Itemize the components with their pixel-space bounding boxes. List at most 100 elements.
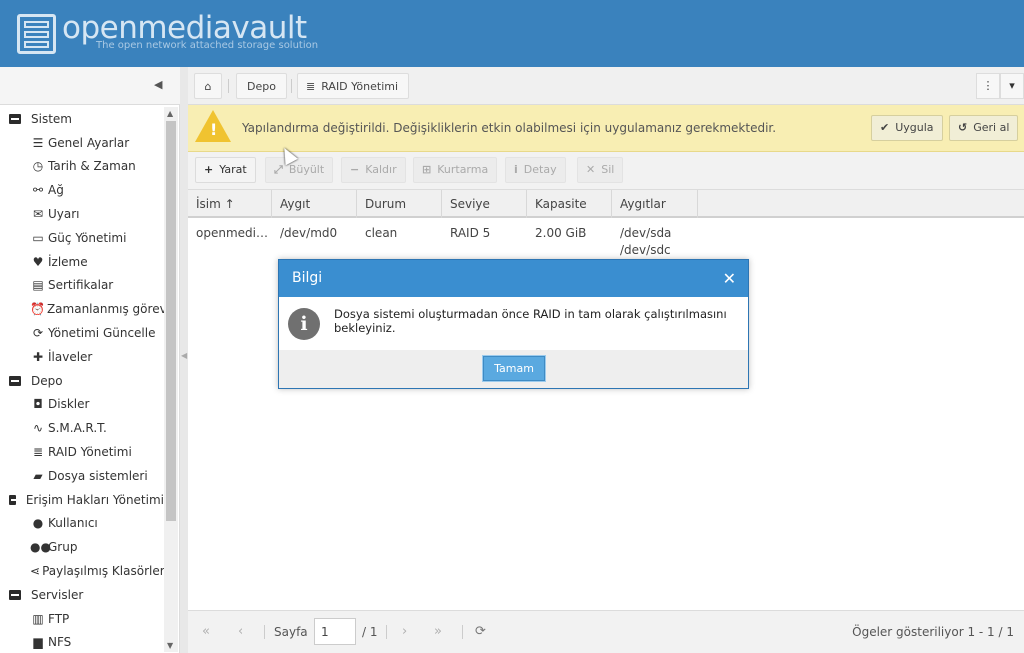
nav-item-genel-ayarlar[interactable]: ☰ Genel Ayarlar (0, 131, 164, 155)
prev-page-icon[interactable]: ‹ (238, 624, 243, 639)
collapse-group-icon[interactable] (9, 375, 21, 386)
nav-group-depo[interactable]: Depo (0, 369, 164, 393)
page-number-input[interactable] (314, 618, 356, 645)
user-icon: ● (32, 516, 44, 531)
nav-item-label: Grup (48, 540, 78, 555)
grid-toolbar: + Yarat ⤢ Büyült − Kaldır ⊞ Kurtarma i Detay … (188, 152, 1024, 190)
users-icon: ●● (30, 540, 51, 555)
sidebar-splitter[interactable]: ◀ (180, 67, 188, 653)
nav-item-zamanlanmis-gorevler[interactable]: ⏰Zamanlanmış görevler (0, 297, 164, 321)
nav-item-yonetimi-guncelle[interactable]: ⟳ Yönetimi Güncelle (0, 321, 164, 345)
config-changed-banner: ! Yapılandırma değiştirildi. Değişiklikl… (188, 105, 1024, 152)
nav-item-label: İlaveler (48, 349, 93, 364)
nav-item-dosya-sistemleri[interactable]: ▰ Dosya sistemleri (0, 464, 164, 488)
nav-item-label: Tarih & Zaman (48, 159, 136, 174)
device-entry: /dev/sda (620, 226, 672, 240)
pagination-bar: « ‹ Sayfa / 1 › » ⟳ Ögeler gösteriliyor … (188, 610, 1024, 653)
breadcrumb-separator (228, 79, 229, 93)
breadcrumb: ⌂ Depo ≣ RAID Yönetimi ⋮ ▾ (188, 67, 1024, 105)
expand-icon: ⤢ (274, 163, 283, 176)
nav-group-sistem[interactable]: Sistem (0, 107, 164, 131)
check-icon: ✔ (880, 121, 890, 134)
nav-item-paylasilmis-klasorler[interactable]: ⋖ Paylaşılmış Klasörler (0, 559, 164, 583)
nav-group-erisim-haklari[interactable]: Erişim Hakları Yönetimi (0, 488, 164, 512)
refresh-icon[interactable]: ⟳ (475, 624, 486, 639)
nav-item-smart[interactable]: ∿ S.M.A.R.T. (0, 416, 164, 440)
next-page-icon[interactable]: › (402, 624, 407, 639)
column-header-devices[interactable]: Aygıtlar (612, 190, 698, 218)
delete-button[interactable]: ✕ Sil (577, 157, 624, 183)
scrollbar-thumb[interactable] (166, 121, 176, 521)
network-icon: ⚯ (32, 183, 44, 198)
nav-item-label: Genel Ayarlar (48, 135, 130, 150)
medkit-icon: ⊞ (422, 163, 432, 176)
detail-label: Detay (523, 163, 557, 176)
info-dialog: Bilgi ✕ i Dosya sistemi oluşturmadan önc… (278, 259, 749, 389)
header-tools: ⋮ ▾ (976, 73, 1024, 99)
breadcrumb-separator (291, 79, 292, 93)
nav-item-label: Uyarı (48, 207, 80, 222)
pager-status: Ögeler gösteriliyor 1 - 1 / 1 (852, 625, 1014, 639)
sidebar-toolbar: ◀ (0, 67, 180, 105)
nav-item-ilaveler[interactable]: ✚ İlaveler (0, 345, 164, 369)
detail-button[interactable]: i Detay (505, 157, 566, 183)
ok-button[interactable]: Tamam (482, 355, 546, 382)
cell-level: RAID 5 (450, 226, 491, 240)
home-icon: ⌂ (204, 80, 212, 93)
create-button[interactable]: + Yarat (195, 157, 256, 183)
close-icon[interactable]: ✕ (723, 269, 736, 288)
collapse-sidebar-icon[interactable]: ◀ (154, 78, 162, 91)
dialog-message: Dosya sistemi oluşturmadan önce RAID in … (334, 307, 727, 335)
scroll-up-icon[interactable]: ▲ (167, 109, 173, 118)
splitter-arrow-icon[interactable]: ◀ (181, 351, 187, 360)
apply-button[interactable]: ✔ Uygula (871, 115, 943, 141)
nav-item-kullanici[interactable]: ● Kullanıcı (0, 512, 164, 536)
nav-item-ag[interactable]: ⚯ Ağ (0, 178, 164, 202)
breadcrumb-raid[interactable]: ≣ RAID Yönetimi (297, 73, 410, 99)
cell-name: openmedi… (196, 226, 268, 240)
nav-item-guc-yonetimi[interactable]: ▭ Güç Yönetimi (0, 226, 164, 250)
breadcrumb-home[interactable]: ⌂ (194, 73, 222, 99)
breadcrumb-depo[interactable]: Depo (236, 73, 287, 99)
column-header-name[interactable]: İsim ↑ (188, 190, 272, 218)
collapse-group-icon[interactable] (9, 113, 21, 124)
revert-button[interactable]: ↺ Geri al (949, 115, 1019, 141)
puzzle-icon: ✚ (32, 349, 44, 364)
nav-item-tarih-zaman[interactable]: ◷ Tarih & Zaman (0, 155, 164, 179)
first-page-icon[interactable]: « (202, 624, 210, 639)
column-header-capacity[interactable]: Kapasite (527, 190, 612, 218)
certificate-icon: ▤ (32, 278, 44, 293)
nav-item-ftp[interactable]: ▥ FTP (0, 607, 164, 631)
nav-item-diskler[interactable]: ◘ Diskler (0, 393, 164, 417)
dropdown-menu-button[interactable]: ▾ (1000, 73, 1024, 99)
remove-button[interactable]: − Kaldır (341, 157, 406, 183)
column-header-level[interactable]: Seviye (442, 190, 527, 218)
nav-item-raid-yonetimi[interactable]: ≣ RAID Yönetimi (0, 440, 164, 464)
more-menu-button[interactable]: ⋮ (976, 73, 1000, 99)
column-header-device[interactable]: Aygıt (272, 190, 357, 218)
last-page-icon[interactable]: » (434, 624, 442, 639)
nav-item-grup[interactable]: ●● Grup (0, 535, 164, 559)
column-header-state[interactable]: Durum (357, 190, 442, 218)
collapse-group-icon[interactable] (9, 494, 19, 505)
nav-item-label: İzleme (48, 254, 88, 269)
collapse-group-icon[interactable] (9, 589, 21, 600)
nav-group-servisler[interactable]: Servisler (0, 583, 164, 607)
minus-icon: − (350, 163, 360, 176)
sidebar-scrollbar[interactable]: ▲ ▼ (164, 107, 178, 652)
clock-icon: ◷ (32, 159, 44, 174)
info-icon: i (288, 308, 320, 340)
grow-button[interactable]: ⤢ Büyült (265, 157, 334, 183)
recover-button[interactable]: ⊞ Kurtarma (413, 157, 498, 183)
nav-item-izleme[interactable]: ♥ İzleme (0, 250, 164, 274)
plus-icon: + (204, 163, 214, 176)
nav-item-nfs[interactable]: ▆ NFS (0, 631, 164, 652)
nav-group-label: Depo (31, 373, 63, 388)
revert-label: Geri al (973, 121, 1010, 134)
scroll-down-icon[interactable]: ▼ (167, 641, 173, 650)
nav-item-label: Dosya sistemleri (48, 468, 148, 483)
nav-group-label: Sistem (31, 111, 72, 126)
nav-item-uyari[interactable]: ✉ Uyarı (0, 202, 164, 226)
database-icon: ≣ (32, 445, 44, 460)
nav-item-sertifikalar[interactable]: ▤ Sertifikalar (0, 274, 164, 298)
